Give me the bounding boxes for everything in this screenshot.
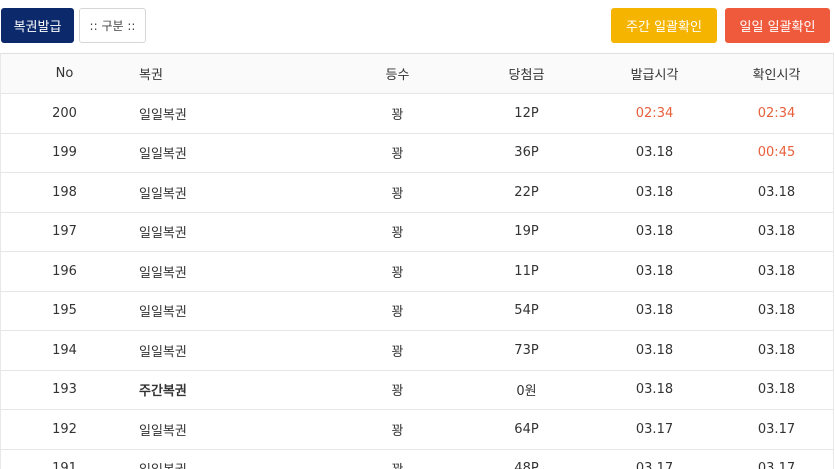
cell-grade: 꽝 <box>333 330 462 371</box>
issue-lottery-button[interactable]: 복권발급 <box>1 8 74 43</box>
category-filter-select[interactable]: :: 구분 :: <box>79 8 146 43</box>
cell-checked: 03.18 <box>718 291 833 331</box>
cell-checked: 00:45 <box>718 133 833 173</box>
table-row[interactable]: 191일일복권꽝48P03.1703.17 <box>1 449 833 469</box>
cell-name: 일일복권 <box>128 291 333 331</box>
cell-prize: 54P <box>462 291 591 331</box>
cell-no: 191 <box>1 449 128 469</box>
table-row[interactable]: 199 일일복권 꽝 36P 03.18 00:45 <box>1 133 833 173</box>
cell-issued: 03.17 <box>591 409 718 450</box>
cell-checked: 03.18 <box>718 330 833 371</box>
cell-no: 197 <box>1 212 128 252</box>
cell-name: 일일복권 <box>128 409 333 450</box>
cell-prize: 36P <box>462 133 591 173</box>
cell-issued: 03.18 <box>591 251 718 292</box>
cell-checked: 03.18 <box>718 251 833 292</box>
cell-issued: 03.18 <box>591 330 718 371</box>
cell-issued: 03.18 <box>591 291 718 331</box>
cell-prize: 48P <box>462 449 591 469</box>
cell-grade: 꽝 <box>333 409 462 450</box>
cell-no: 193 <box>1 370 128 410</box>
cell-issued: 03.18 <box>591 133 718 173</box>
cell-grade: 꽝 <box>333 370 462 410</box>
toolbar: 복권발급 :: 구분 :: 주간 일괄확인 일일 일괄확인 <box>0 0 835 52</box>
cell-grade: 꽝 <box>333 291 462 331</box>
header-grade: 등수 <box>333 54 462 94</box>
cell-no: 198 <box>1 172 128 213</box>
cell-prize: 19P <box>462 212 591 252</box>
table-row[interactable]: 198 일일복권 꽝 22P 03.18 03.18 <box>1 172 833 213</box>
cell-prize: 22P <box>462 172 591 213</box>
header-prize: 당첨금 <box>462 54 591 94</box>
cell-no: 200 <box>1 93 128 134</box>
table-row[interactable]: 200 일일복권 꽝 12P 02:34 02:34 <box>1 93 833 134</box>
cell-prize: 12P <box>462 93 591 134</box>
table-row[interactable]: 192 일일복권 꽝 64P 03.17 03.17 <box>1 409 833 450</box>
cell-issued: 03.17 <box>591 449 718 469</box>
cell-checked: 03.17 <box>718 449 833 469</box>
cell-name: 일일복권 <box>128 172 333 213</box>
cell-no: 194 <box>1 330 128 371</box>
cell-checked: 03.18 <box>718 370 833 410</box>
cell-grade: 꽝 <box>333 172 462 213</box>
lottery-table-container: No 복권 등수 당첨금 발급시각 확인시각 200 일일복권 꽝 12P 02:34 0… <box>0 53 834 469</box>
cell-name: 일일복권 <box>128 212 333 252</box>
cell-grade: 꽝 <box>333 93 462 134</box>
table-row[interactable]: 194 일일복권 꽝 73P 03.18 03.18 <box>1 330 833 371</box>
cell-name: 주간복권 <box>128 370 333 410</box>
cell-checked: 03.17 <box>718 409 833 450</box>
cell-issued: 03.18 <box>591 212 718 252</box>
lottery-table: No 복권 등수 당첨금 발급시각 확인시각 200 일일복권 꽝 12P 02:34 0… <box>1 54 833 469</box>
cell-name: 일일복권 <box>128 133 333 173</box>
cell-checked: 02:34 <box>718 93 833 134</box>
cell-no: 199 <box>1 133 128 173</box>
cell-prize: 11P <box>462 251 591 292</box>
cell-grade: 꽝 <box>333 449 462 469</box>
table-header: No 복권 등수 당첨금 발급시각 확인시각 <box>1 54 833 94</box>
table-row[interactable]: 196 일일복권 꽝 11P 03.18 03.18 <box>1 251 833 292</box>
weekly-bulk-check-button[interactable]: 주간 일괄확인 <box>611 8 717 43</box>
cell-no: 196 <box>1 251 128 292</box>
table-row[interactable]: 195 일일복권 꽝 54P 03.18 03.18 <box>1 291 833 331</box>
header-checked: 확인시각 <box>718 54 833 94</box>
cell-issued: 03.18 <box>591 370 718 410</box>
cell-no: 192 <box>1 409 128 450</box>
cell-prize: 73P <box>462 330 591 371</box>
cell-issued: 03.18 <box>591 172 718 213</box>
header-no: No <box>1 54 128 94</box>
cell-checked: 03.18 <box>718 172 833 213</box>
cell-checked: 03.18 <box>718 212 833 252</box>
header-issued: 발급시각 <box>591 54 718 94</box>
cell-prize: 0원 <box>462 370 591 410</box>
daily-bulk-check-button[interactable]: 일일 일괄확인 <box>725 8 830 43</box>
cell-name: 일일복권 <box>128 330 333 371</box>
cell-name: 일일복권 <box>128 251 333 292</box>
cell-grade: 꽝 <box>333 212 462 252</box>
table-row[interactable]: 193 주간복권 꽝 0원 03.18 03.18 <box>1 370 833 410</box>
cell-name: 일일복권 <box>128 449 333 469</box>
cell-name: 일일복권 <box>128 93 333 134</box>
cell-prize: 64P <box>462 409 591 450</box>
table-row[interactable]: 197 일일복권 꽝 19P 03.18 03.18 <box>1 212 833 252</box>
cell-grade: 꽝 <box>333 133 462 173</box>
header-name: 복권 <box>128 54 333 94</box>
cell-issued: 02:34 <box>591 93 718 134</box>
table-body: 200 일일복권 꽝 12P 02:34 02:34 199 일일복권 꽝 36P 03.18 00:… <box>1 93 833 469</box>
cell-no: 195 <box>1 291 128 331</box>
cell-grade: 꽝 <box>333 251 462 292</box>
